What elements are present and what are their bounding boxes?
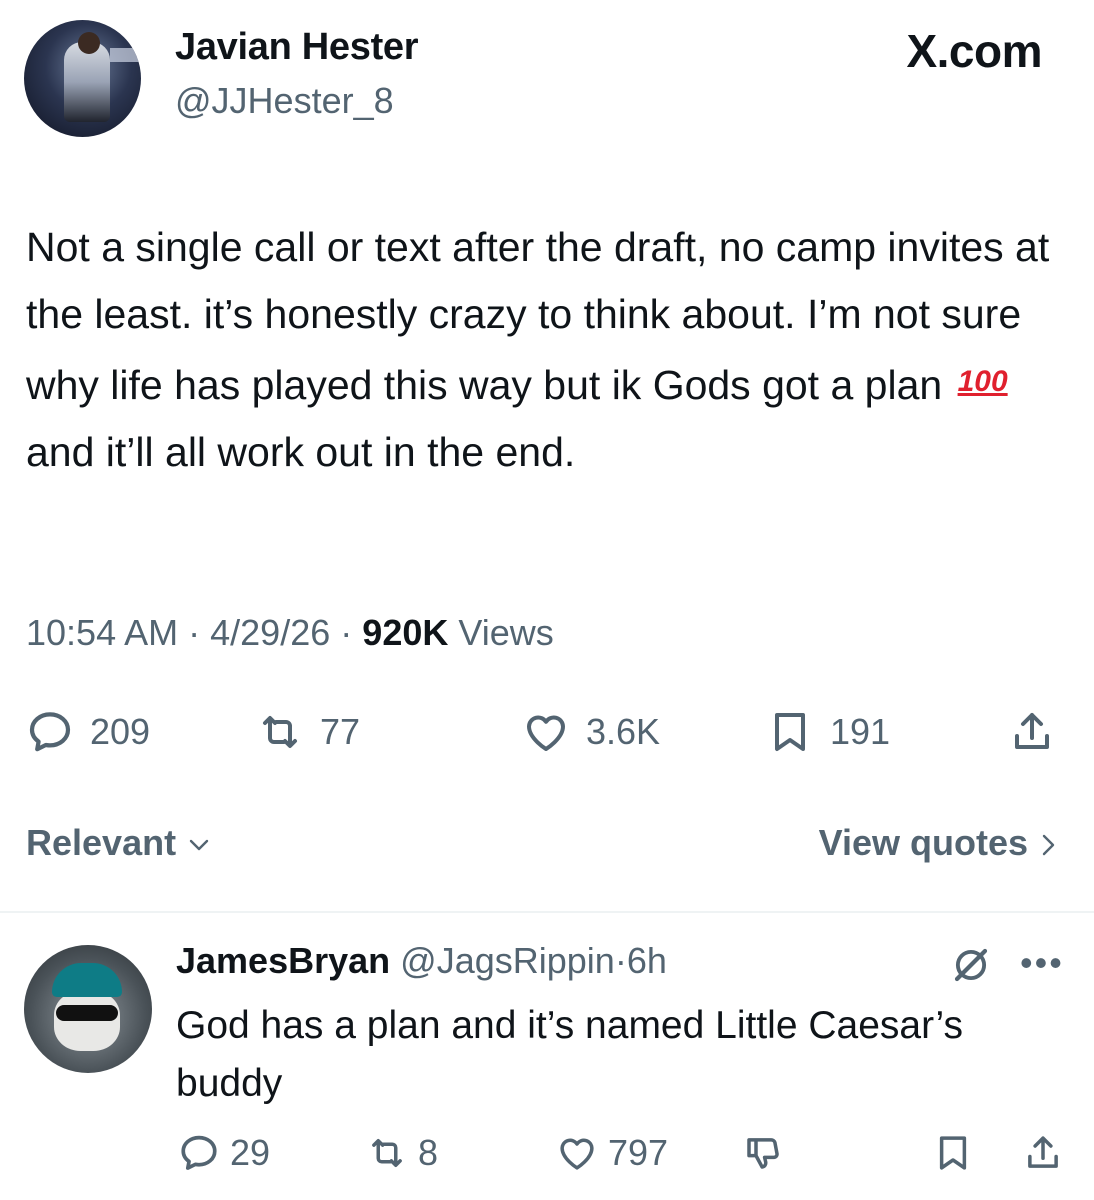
thumbs-down-icon [747, 1138, 779, 1169]
tweet-detail-screen: Javian Hester @JJHester_8 X.com Not a si… [0, 0, 1094, 1200]
like-button[interactable]: 3.6K [522, 704, 660, 760]
meta-separator: · [188, 612, 201, 653]
grok-icon[interactable] [950, 944, 992, 986]
repost-icon [372, 1139, 402, 1167]
view-quotes-label: View quotes [818, 822, 1028, 863]
hundred-points-emoji-icon: 100 [957, 365, 1008, 398]
reply-like-button[interactable]: 797 [556, 1128, 668, 1178]
repost-icon [263, 716, 297, 748]
tweet-text-part-1: Not a single call or text after the draf… [26, 224, 1061, 408]
share-icon [1028, 1136, 1058, 1168]
reply-like-count: 797 [608, 1132, 669, 1173]
bookmark-icon [939, 1136, 967, 1170]
reply-count: 209 [90, 711, 151, 752]
avatar-figure [64, 42, 110, 122]
avatar-banner-detail [110, 48, 140, 62]
chevron-down-icon [189, 840, 209, 851]
views-count: 920K [362, 612, 449, 653]
repost-count: 77 [320, 711, 361, 752]
reply-reply-count: 29 [230, 1132, 271, 1173]
reply-button[interactable]: 209 [26, 704, 150, 760]
reply-text: God has a plan and it’s named Little Cae… [176, 1004, 963, 1105]
reply-author-handle[interactable]: @JagsRippin [400, 940, 615, 981]
reply-share-button[interactable] [1022, 1128, 1064, 1178]
avatar-cat-face [54, 991, 120, 1051]
tweet-time[interactable]: 10:54 AM [26, 612, 178, 653]
tweet-date[interactable]: 4/29/26 [210, 612, 330, 653]
sort-dropdown[interactable]: Relevant [26, 822, 212, 864]
meta-separator: · [340, 612, 353, 653]
reply-repost-button[interactable]: 8 [366, 1128, 438, 1178]
more-options-icon[interactable]: ••• [1020, 942, 1064, 984]
bookmark-button[interactable]: 191 [766, 704, 890, 760]
reply-separator: · [614, 940, 627, 981]
avatar-sunglasses [56, 1005, 118, 1021]
heart-icon [560, 1138, 594, 1170]
author-handle[interactable]: @JJHester_8 [175, 80, 394, 122]
reply-repost-count: 8 [418, 1132, 439, 1173]
like-count: 3.6K [586, 711, 661, 752]
reply-bookmark-button[interactable] [932, 1128, 974, 1178]
bookmark-count: 191 [830, 711, 891, 752]
divider [0, 911, 1094, 913]
brand-logo: X.com [906, 25, 1042, 77]
sort-label: Relevant [26, 822, 177, 863]
tweet-meta: 10:54 AM · 4/29/26 · 920K Views [26, 612, 554, 654]
reply-bubble-icon [29, 712, 71, 752]
repost-button[interactable]: 77 [256, 704, 360, 760]
reply-author-avatar[interactable] [24, 945, 152, 1073]
share-button[interactable] [1008, 704, 1056, 760]
share-icon [1015, 713, 1049, 749]
heart-icon [527, 715, 565, 751]
reply-reply-button[interactable]: 29 [178, 1128, 270, 1178]
avatar-cap [52, 963, 122, 997]
author-display-name[interactable]: Javian Hester [175, 26, 419, 69]
views-label: Views [458, 612, 554, 653]
chevron-right-icon [1042, 835, 1055, 856]
author-avatar[interactable] [24, 20, 141, 137]
view-quotes-link[interactable]: View quotes [819, 822, 1060, 864]
avatar-head [78, 32, 100, 54]
reply-author-name[interactable]: JamesBryan [176, 940, 390, 981]
tweet-text: Not a single call or text after the draf… [26, 214, 1071, 486]
reply-dislike-button[interactable] [742, 1128, 784, 1178]
bookmark-icon [775, 713, 805, 751]
reply-header: JamesBryan @JagsRippin·6h [176, 940, 667, 982]
reply-bubble-icon [181, 1135, 217, 1170]
reply-time[interactable]: 6h [627, 940, 667, 981]
